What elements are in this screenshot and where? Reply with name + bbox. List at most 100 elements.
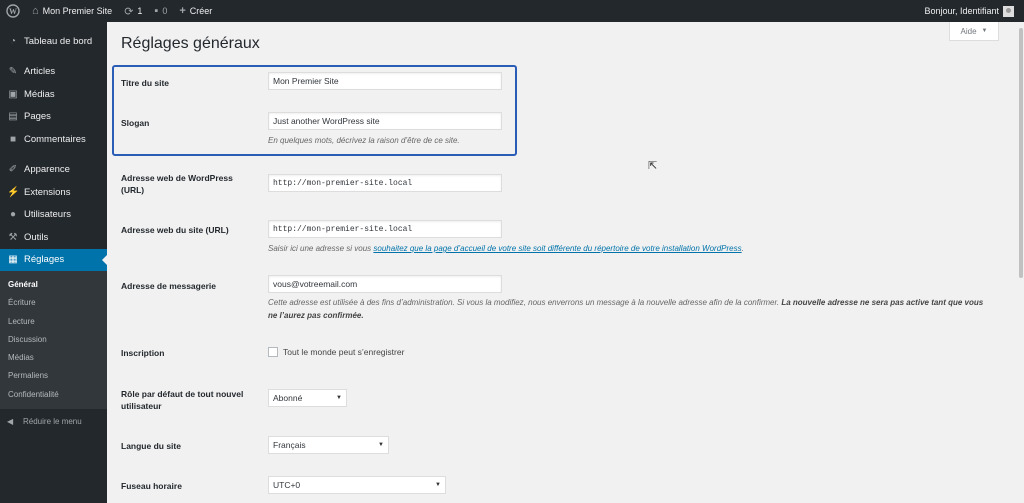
- tagline-label: Slogan: [121, 118, 150, 128]
- page-scrollbar[interactable]: [1018, 22, 1024, 503]
- timezone-label: Fuseau horaire: [121, 481, 182, 491]
- sidebar-item-appearance[interactable]: ✐ Apparence: [0, 159, 107, 182]
- sidebar-item-label: Pages: [24, 111, 51, 123]
- site-url-desc-text: Saisir ici une adresse si vous: [268, 244, 374, 253]
- default-role-label: Rôle par défaut de tout nouvel utilisate…: [121, 389, 244, 411]
- wordpress-logo-menu[interactable]: W: [0, 0, 26, 22]
- timezone-value: UTC+0: [273, 480, 301, 490]
- settings-submenu: Général Écriture Lecture Discussion Médi…: [0, 271, 107, 410]
- sidebar-item-comments[interactable]: ■ Commentaires: [0, 128, 107, 151]
- wrench-icon: ⚒: [8, 231, 18, 243]
- admin-sidebar: ◔ Tableau de bord ✎ Articles ▣ Médias ▤ …: [0, 22, 107, 503]
- submenu-item-media[interactable]: Médias: [0, 349, 107, 367]
- svg-text:W: W: [9, 7, 17, 16]
- sidebar-item-label: Articles: [24, 66, 56, 78]
- submenu-item-permalinks[interactable]: Permaliens: [0, 367, 107, 385]
- site-url-desc-end: .: [741, 244, 744, 253]
- collapse-label: Réduire le menu: [23, 417, 82, 427]
- comment-icon: ■: [9, 133, 17, 145]
- tagline-input[interactable]: Just another WordPress site: [268, 112, 502, 130]
- submenu-item-reading[interactable]: Lecture: [0, 313, 107, 331]
- page-title: Réglages généraux: [121, 35, 260, 52]
- membership-checkbox[interactable]: [268, 347, 278, 357]
- wp-url-input[interactable]: http://mon-premier-site.local: [268, 174, 502, 192]
- membership-checkbox-label[interactable]: Tout le monde peut s’enregistrer: [283, 347, 404, 357]
- home-icon: ⌂: [32, 5, 39, 17]
- sidebar-item-label: Outils: [24, 231, 49, 243]
- wp-url-label: Adresse web de WordPress (URL): [121, 173, 233, 195]
- submenu-item-privacy[interactable]: Confidentialité: [0, 386, 107, 404]
- tagline-description: En quelques mots, décrivez la raison d’ê…: [268, 136, 460, 145]
- sidebar-item-label: Réglages: [24, 254, 65, 266]
- sidebar-item-label: Médias: [24, 88, 55, 100]
- help-button[interactable]: Aide ▼: [949, 22, 999, 41]
- sidebar-item-label: Apparence: [24, 164, 70, 176]
- sidebar-item-settings[interactable]: ▦ Réglages: [0, 248, 107, 271]
- comments-menu[interactable]: ▪ 0: [148, 0, 173, 22]
- plus-icon: +: [179, 5, 186, 17]
- sidebar-item-label: Extensions: [24, 186, 71, 198]
- site-url-label: Adresse web du site (URL): [121, 225, 229, 235]
- email-input[interactable]: vous@votreemail.com: [268, 275, 502, 293]
- membership-label: Inscription: [121, 348, 165, 358]
- email-desc-text: Cette adresse est utilisée à des fins d’…: [268, 298, 780, 307]
- avatar: [1003, 5, 1014, 17]
- comments-count: 0: [162, 6, 168, 16]
- collapse-menu-button[interactable]: ◀ Réduire le menu: [0, 417, 107, 426]
- site-name: Mon Premier Site: [42, 6, 113, 16]
- dashboard-icon: ◔: [9, 35, 17, 47]
- sidebar-item-tools[interactable]: ⚒ Outils: [0, 226, 107, 249]
- submenu-item-general[interactable]: Général: [0, 276, 107, 294]
- submenu-item-writing[interactable]: Écriture: [0, 294, 107, 312]
- chevron-down-icon: ▼: [981, 28, 988, 34]
- new-content-menu[interactable]: + Créer: [173, 0, 218, 22]
- sidebar-item-label: Utilisateurs: [24, 209, 71, 221]
- site-title-label: Titre du site: [121, 78, 170, 88]
- plugin-icon: ⚡: [7, 186, 20, 198]
- language-value: Français: [273, 440, 306, 450]
- site-url-help-link[interactable]: souhaitez que la page d’accueil de votre…: [373, 244, 741, 253]
- email-description: Cette adresse est utilisée à des fins d’…: [268, 296, 988, 322]
- scrollbar-thumb[interactable]: [1019, 28, 1023, 278]
- media-icon: ▣: [8, 88, 18, 100]
- settings-icon: ▦: [8, 254, 18, 266]
- mouse-cursor-icon: ⇱: [648, 160, 658, 172]
- sidebar-item-users[interactable]: ● Utilisateurs: [0, 204, 107, 227]
- site-url-input[interactable]: http://mon-premier-site.local: [268, 220, 502, 238]
- language-select[interactable]: Français ▼: [268, 436, 389, 454]
- language-label: Langue du site: [121, 441, 181, 451]
- help-label: Aide: [960, 26, 977, 36]
- submenu-item-discussion[interactable]: Discussion: [0, 331, 107, 349]
- site-name-menu[interactable]: ⌂ Mon Premier Site: [26, 0, 118, 22]
- wordpress-logo-icon: W: [6, 4, 20, 18]
- updates-count: 1: [137, 6, 143, 16]
- pin-icon: ✎: [8, 66, 18, 78]
- sidebar-item-label: Tableau de bord: [24, 35, 93, 47]
- sidebar-item-pages[interactable]: ▤ Pages: [0, 106, 107, 129]
- refresh-icon: ⟳: [124, 5, 134, 18]
- brush-icon: ✐: [8, 164, 18, 176]
- default-role-value: Abonné: [273, 393, 303, 403]
- default-role-select[interactable]: Abonné ▼: [268, 389, 347, 407]
- page-icon: ▤: [8, 111, 18, 123]
- account-menu[interactable]: Bonjour, Identifiant: [924, 5, 1024, 17]
- sidebar-item-label: Commentaires: [24, 133, 86, 145]
- email-label: Adresse de messagerie: [121, 281, 216, 291]
- site-title-input[interactable]: Mon Premier Site: [268, 72, 502, 90]
- sidebar-item-plugins[interactable]: ⚡ Extensions: [0, 181, 107, 204]
- collapse-arrow-icon: ◀: [7, 417, 14, 427]
- updates-menu[interactable]: ⟳ 1: [118, 0, 148, 22]
- main-content: Aide ▼ Réglages généraux Titre du site M…: [107, 22, 1024, 503]
- sidebar-item-posts[interactable]: ✎ Articles: [0, 61, 107, 84]
- caret-down-icon: ▼: [336, 395, 342, 401]
- new-label: Créer: [189, 6, 213, 16]
- admin-bar: W ⌂ Mon Premier Site ⟳ 1 ▪ 0 + Créer Bon…: [0, 0, 1024, 22]
- comment-icon: ▪: [154, 5, 159, 17]
- site-url-description: Saisir ici une adresse si vous souhaitez…: [268, 242, 988, 255]
- timezone-select[interactable]: UTC+0 ▼: [268, 476, 446, 494]
- caret-down-icon: ▼: [435, 482, 441, 488]
- sidebar-item-media[interactable]: ▣ Médias: [0, 83, 107, 106]
- caret-down-icon: ▼: [378, 442, 384, 448]
- sidebar-item-dashboard[interactable]: ◔ Tableau de bord: [0, 30, 107, 53]
- user-icon: ●: [9, 209, 17, 221]
